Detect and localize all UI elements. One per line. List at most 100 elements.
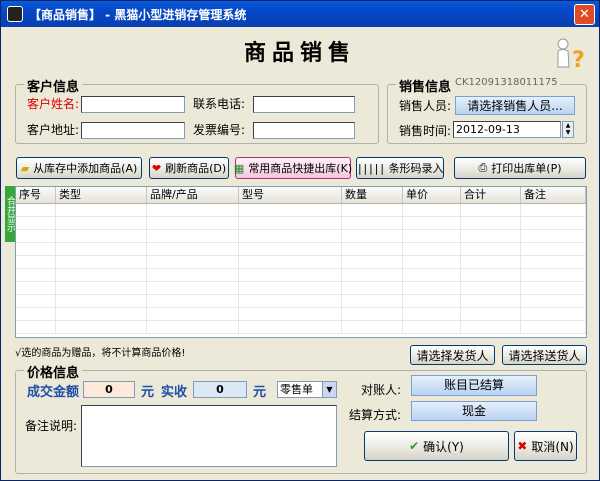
table-cell[interactable] xyxy=(403,295,461,307)
table-cell[interactable] xyxy=(342,321,403,333)
table-cell[interactable] xyxy=(239,230,342,242)
table-cell[interactable] xyxy=(147,204,239,216)
table-cell[interactable] xyxy=(521,295,586,307)
table-cell[interactable] xyxy=(16,295,56,307)
table-cell[interactable] xyxy=(16,321,56,333)
table-cell[interactable] xyxy=(403,243,461,255)
table-row[interactable] xyxy=(16,243,586,256)
table-cell[interactable] xyxy=(16,217,56,229)
table-cell[interactable] xyxy=(16,256,56,268)
table-cell[interactable] xyxy=(56,204,147,216)
table-cell[interactable] xyxy=(461,204,521,216)
table-cell[interactable] xyxy=(239,204,342,216)
table-cell[interactable] xyxy=(342,256,403,268)
table-cell[interactable] xyxy=(342,217,403,229)
col-model[interactable]: 型号 xyxy=(239,187,342,203)
help-figure-icon[interactable]: ? xyxy=(552,37,584,73)
close-button[interactable]: ✕ xyxy=(574,4,595,25)
add-from-stock-button[interactable]: ▰ 从库存中添加商品(A) xyxy=(16,157,142,179)
table-cell[interactable] xyxy=(521,321,586,333)
table-cell[interactable] xyxy=(342,295,403,307)
table-row[interactable] xyxy=(16,256,586,269)
table-cell[interactable] xyxy=(403,269,461,281)
choose-shipper-button[interactable]: 请选择发货人 xyxy=(410,345,495,365)
table-cell[interactable] xyxy=(342,269,403,281)
table-cell[interactable] xyxy=(56,256,147,268)
col-remark[interactable]: 备注 xyxy=(521,187,586,203)
table-cell[interactable] xyxy=(461,256,521,268)
phone-input[interactable] xyxy=(253,96,355,113)
received-input[interactable]: 0 xyxy=(193,381,247,398)
sale-type-select[interactable]: 零售单 ▼ xyxy=(277,381,337,398)
quick-out-button[interactable]: ▦ 常用商品快捷出库(K) xyxy=(234,157,352,179)
table-cell[interactable] xyxy=(342,243,403,255)
table-cell[interactable] xyxy=(403,204,461,216)
total-amount-input[interactable]: 0 xyxy=(83,381,135,398)
table-cell[interactable] xyxy=(403,321,461,333)
title-bar[interactable]: 【商品销售】 - 黑猫小型进销存管理系统 ✕ xyxy=(1,1,599,27)
table-row[interactable] xyxy=(16,230,586,243)
refresh-button[interactable]: ❤ 刷新商品(D) xyxy=(149,157,229,179)
table-cell[interactable] xyxy=(521,256,586,268)
table-cell[interactable] xyxy=(342,308,403,320)
table-cell[interactable] xyxy=(239,321,342,333)
table-cell[interactable] xyxy=(56,308,147,320)
table-cell[interactable] xyxy=(461,230,521,242)
table-cell[interactable] xyxy=(521,204,586,216)
table-cell[interactable] xyxy=(239,269,342,281)
table-cell[interactable] xyxy=(461,217,521,229)
table-cell[interactable] xyxy=(521,243,586,255)
table-cell[interactable] xyxy=(147,230,239,242)
table-cell[interactable] xyxy=(147,308,239,320)
table-cell[interactable] xyxy=(16,308,56,320)
table-cell[interactable] xyxy=(147,269,239,281)
table-row[interactable] xyxy=(16,308,586,321)
table-cell[interactable] xyxy=(239,256,342,268)
col-index[interactable]: 序号 xyxy=(16,187,56,203)
table-cell[interactable] xyxy=(521,282,586,294)
table-row[interactable] xyxy=(16,282,586,295)
table-cell[interactable] xyxy=(403,282,461,294)
table-cell[interactable] xyxy=(56,282,147,294)
table-cell[interactable] xyxy=(239,282,342,294)
table-cell[interactable] xyxy=(239,295,342,307)
table-cell[interactable] xyxy=(16,269,56,281)
remark-textarea[interactable] xyxy=(81,405,337,467)
table-cell[interactable] xyxy=(56,295,147,307)
table-cell[interactable] xyxy=(521,217,586,229)
table-cell[interactable] xyxy=(56,321,147,333)
table-cell[interactable] xyxy=(147,256,239,268)
table-cell[interactable] xyxy=(461,295,521,307)
table-cell[interactable] xyxy=(56,230,147,242)
table-cell[interactable] xyxy=(461,269,521,281)
account-button[interactable]: 账目已结算 xyxy=(411,375,537,396)
sale-date-input[interactable]: 2012-09-13 xyxy=(453,121,561,138)
table-cell[interactable] xyxy=(403,217,461,229)
col-type[interactable]: 类型 xyxy=(56,187,147,203)
table-row[interactable] xyxy=(16,217,586,230)
table-cell[interactable] xyxy=(521,269,586,281)
address-input[interactable] xyxy=(81,122,185,139)
table-cell[interactable] xyxy=(147,243,239,255)
table-cell[interactable] xyxy=(16,204,56,216)
table-cell[interactable] xyxy=(56,269,147,281)
barcode-button[interactable]: ||||| 条形码录入 xyxy=(356,157,444,179)
date-spinner[interactable]: ▲ ▼ xyxy=(562,121,574,138)
col-unit-price[interactable]: 单价 xyxy=(403,187,461,203)
table-cell[interactable] xyxy=(239,217,342,229)
table-cell[interactable] xyxy=(239,308,342,320)
table-cell[interactable] xyxy=(147,217,239,229)
print-button[interactable]: ⎙ 打印出库单(P) xyxy=(454,157,586,179)
confirm-button[interactable]: ✔ 确认(Y) xyxy=(364,431,509,461)
table-cell[interactable] xyxy=(342,282,403,294)
table-cell[interactable] xyxy=(521,230,586,242)
dropdown-arrow-icon[interactable]: ▼ xyxy=(322,382,336,397)
table-cell[interactable] xyxy=(403,256,461,268)
salesperson-select-button[interactable]: 请选择销售人员... xyxy=(455,96,575,115)
table-cell[interactable] xyxy=(403,308,461,320)
table-cell[interactable] xyxy=(56,217,147,229)
table-cell[interactable] xyxy=(461,308,521,320)
table-cell[interactable] xyxy=(461,321,521,333)
choose-deliverer-button[interactable]: 请选择送货人 xyxy=(502,345,587,365)
table-cell[interactable] xyxy=(16,282,56,294)
